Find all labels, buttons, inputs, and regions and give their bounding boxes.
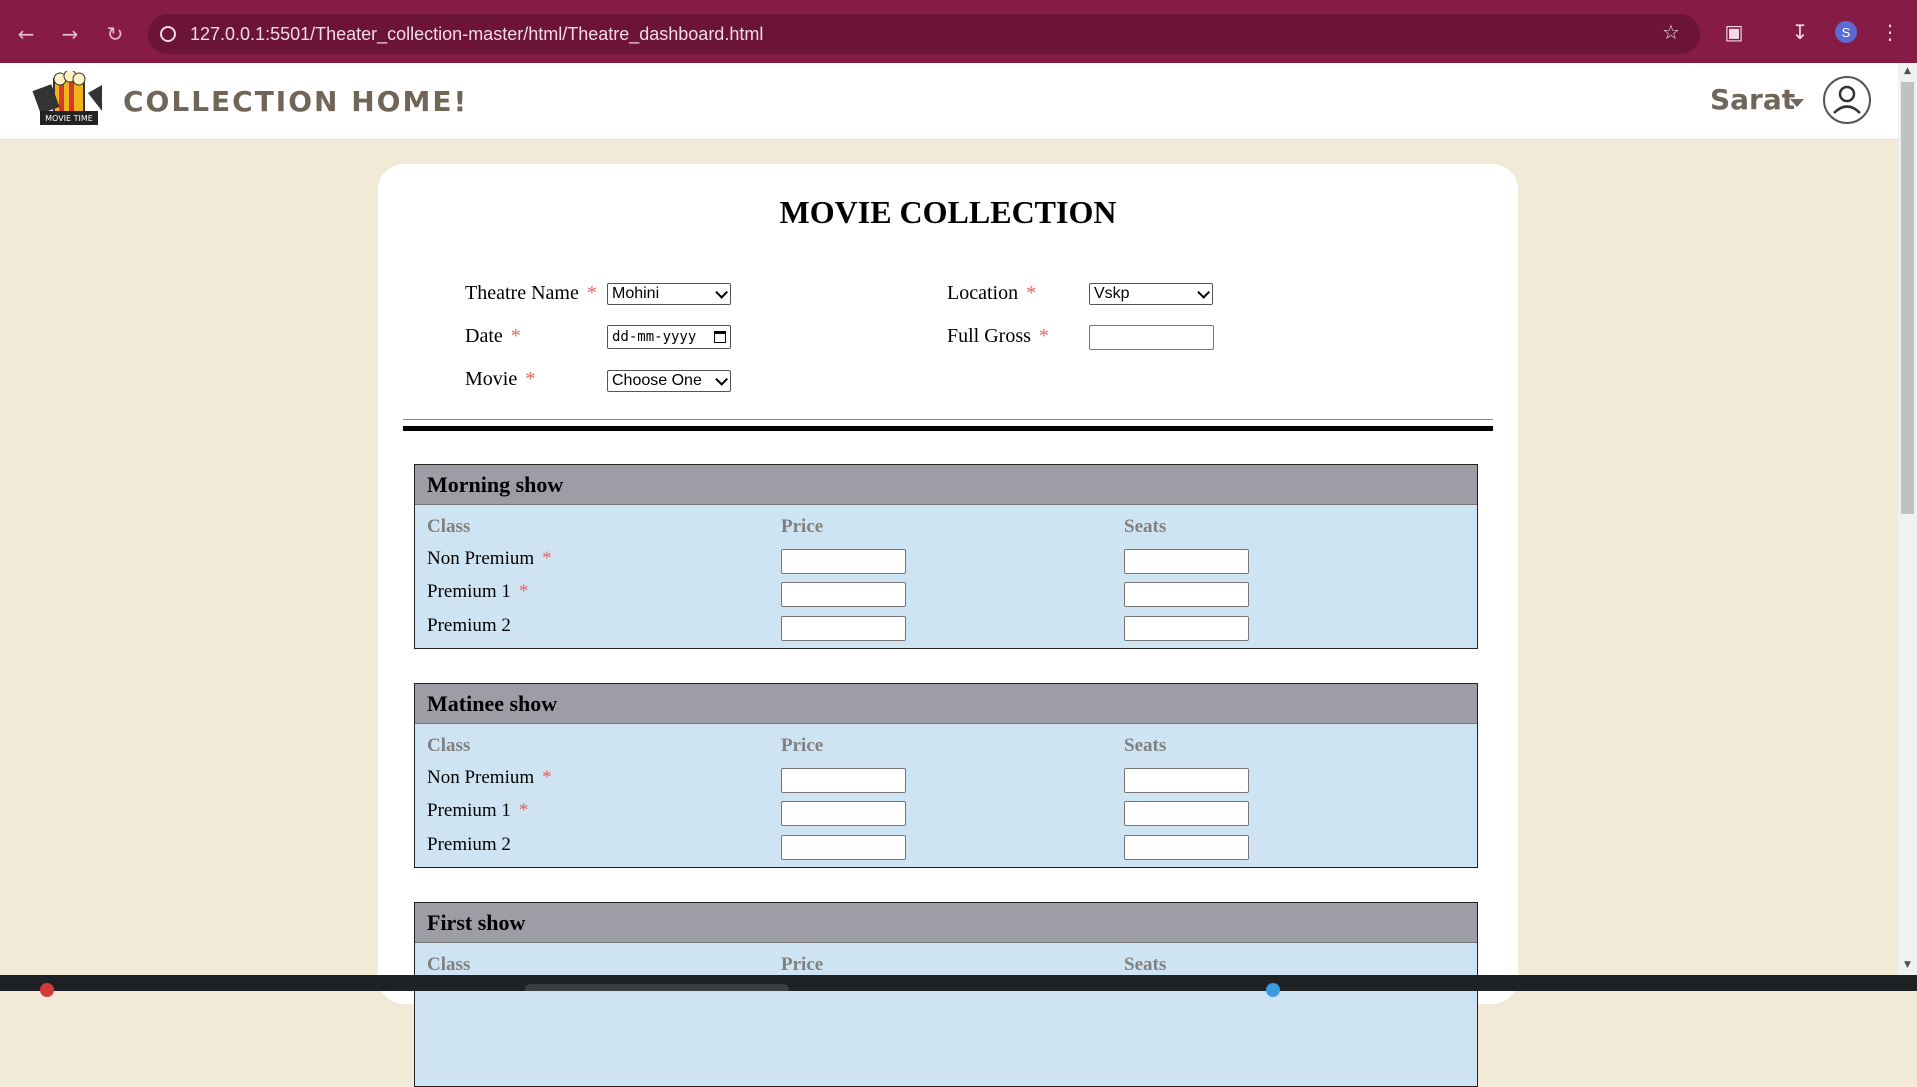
premium-1-label: Premium 1 * — [427, 800, 529, 821]
address-bar[interactable]: 127.0.0.1:5501/Theater_collection-master… — [148, 14, 1700, 54]
location-label: Location * — [947, 282, 1037, 304]
theatre-name-select[interactable]: Mohini — [607, 283, 731, 305]
scroll-down-icon[interactable]: ▼ — [1901, 960, 1914, 972]
premium-1-seats-input[interactable] — [1124, 582, 1249, 607]
location-select[interactable]: Vskp — [1089, 283, 1213, 305]
page-title: MOVIE COLLECTION — [779, 194, 1117, 230]
premium-2-label: Premium 2 — [427, 834, 511, 855]
premium-1-price-input[interactable] — [781, 582, 906, 607]
matinee-show-section: Matinee show Class Price Seats Non Premi… — [414, 683, 1478, 868]
date-label: Date * — [465, 325, 521, 347]
date-input[interactable]: dd-mm-yyyy — [607, 325, 731, 349]
class-column-header: Class — [427, 516, 471, 537]
first-show-section: First show Class Price Seats — [414, 902, 1478, 1087]
theatre-name-label: Theatre Name * — [465, 282, 597, 304]
class-column-header: Class — [427, 735, 471, 756]
show-title: First show — [415, 903, 1477, 943]
seats-column-header: Seats — [1124, 954, 1167, 975]
calendar-icon[interactable] — [714, 331, 726, 343]
profile-initial: S — [1835, 21, 1857, 43]
chevron-down-icon — [715, 285, 728, 299]
premium-2-label: Premium 2 — [427, 615, 511, 636]
movie-time-logo: MOVIE TIME — [32, 71, 102, 125]
user-avatar-icon[interactable] — [1823, 76, 1871, 124]
scrollbar-thumb[interactable] — [1901, 82, 1914, 514]
premium-1-label: Premium 1 * — [427, 581, 529, 602]
extensions-icon[interactable]: ▣ — [1719, 17, 1749, 47]
chevron-down-icon — [715, 372, 728, 386]
download-icon[interactable]: ↧ — [1785, 17, 1815, 47]
morning-show-section: Morning show Class Price Seats Non Premi… — [414, 464, 1478, 649]
scroll-up-icon[interactable]: ▲ — [1901, 66, 1914, 78]
reload-icon[interactable]: ↻ — [101, 20, 129, 48]
non-premium-seats-input[interactable] — [1124, 549, 1249, 574]
svg-text:MOVIE TIME: MOVIE TIME — [45, 114, 93, 123]
premium-2-seats-input[interactable] — [1124, 616, 1249, 641]
taskbar-app-icon[interactable] — [1266, 983, 1280, 997]
notification-badge-icon[interactable] — [40, 983, 54, 997]
os-taskbar — [0, 975, 1917, 991]
browser-toolbar: ← → ↻ 127.0.0.1:5501/Theater_collection-… — [0, 0, 1917, 63]
non-premium-seats-input[interactable] — [1124, 768, 1249, 793]
class-column-header: Class — [427, 954, 471, 975]
non-premium-label: Non Premium * — [427, 548, 552, 569]
full-gross-label: Full Gross * — [947, 325, 1049, 347]
premium-1-price-input[interactable] — [781, 801, 906, 826]
site-info-icon[interactable] — [160, 26, 176, 42]
divider-thick — [403, 426, 1493, 431]
full-gross-input[interactable] — [1089, 325, 1214, 350]
brand-title: COLLECTION HOME! — [123, 85, 469, 118]
chevron-down-icon[interactable] — [1790, 99, 1804, 107]
bookmark-star-icon[interactable]: ☆ — [1656, 17, 1686, 47]
price-column-header: Price — [781, 954, 824, 975]
show-title: Matinee show — [415, 684, 1477, 724]
non-premium-price-input[interactable] — [781, 549, 906, 574]
app-header: MOVIE TIME COLLECTION HOME! Sarat — [0, 63, 1898, 140]
price-column-header: Price — [781, 516, 824, 537]
premium-2-seats-input[interactable] — [1124, 835, 1249, 860]
collection-card: MOVIE COLLECTION Theatre Name * Mohini Lo… — [378, 164, 1518, 1087]
url-text: 127.0.0.1:5501/Theater_collection-master… — [190, 23, 764, 44]
premium-2-price-input[interactable] — [781, 616, 906, 641]
menu-icon[interactable]: ⋮ — [1875, 17, 1905, 47]
non-premium-label: Non Premium * — [427, 767, 552, 788]
seats-column-header: Seats — [1124, 516, 1167, 537]
movie-label: Movie * — [465, 368, 536, 390]
premium-2-price-input[interactable] — [781, 835, 906, 860]
chevron-down-icon — [1197, 285, 1210, 299]
movie-select[interactable]: Choose One — [607, 370, 731, 392]
profile-button[interactable]: S — [1831, 17, 1861, 47]
user-menu-name[interactable]: Sarat — [1710, 83, 1795, 116]
non-premium-price-input[interactable] — [781, 768, 906, 793]
price-column-header: Price — [781, 735, 824, 756]
seats-column-header: Seats — [1124, 735, 1167, 756]
taskbar-app-item[interactable] — [525, 984, 789, 991]
divider — [403, 419, 1493, 420]
show-title: Morning show — [415, 465, 1477, 505]
back-icon[interactable]: ← — [12, 20, 40, 48]
premium-1-seats-input[interactable] — [1124, 801, 1249, 826]
forward-icon[interactable]: → — [56, 20, 84, 48]
